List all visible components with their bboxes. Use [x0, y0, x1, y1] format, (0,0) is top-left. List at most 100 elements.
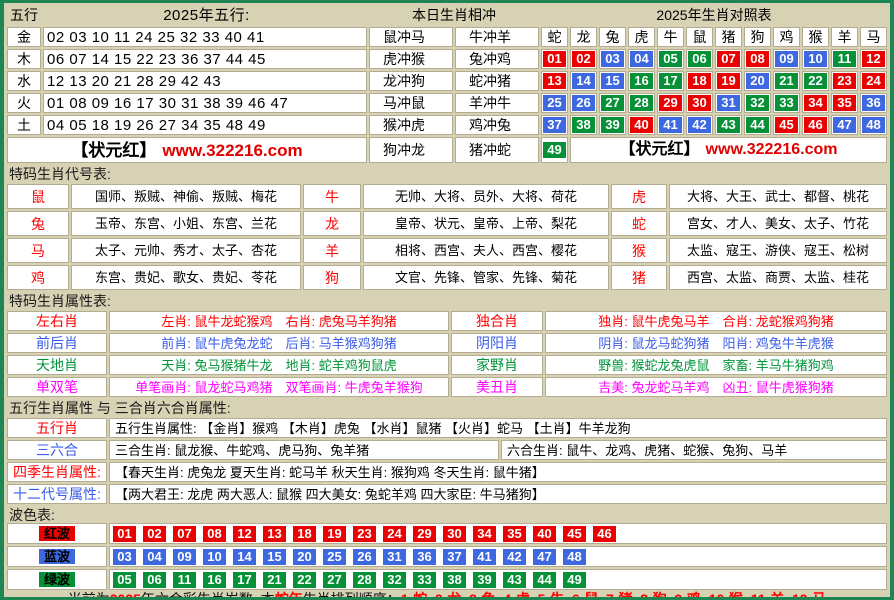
attr-text-cell: 阴肖: 鼠龙马蛇狗猪 阳肖: 鸡兔牛羊虎猴	[545, 333, 887, 353]
wave-numbers-cell: 0102070812131819232429303435404546	[109, 523, 887, 544]
attr-row: 天地肖天肖: 兔马猴猪牛龙 地肖: 蛇羊鸡狗鼠虎家野肖野兽: 猴蛇龙兔虎鼠 家畜…	[7, 355, 887, 375]
clash-cell: 龙冲狗	[369, 71, 453, 91]
code-animal-cell: 羊	[303, 238, 361, 263]
number-badge: 21	[263, 572, 286, 588]
number-badge: 41	[473, 549, 496, 565]
number-badge: 18	[293, 526, 316, 542]
zodiac-number-cell: 36	[860, 93, 887, 113]
wave-label-badge: 绿波	[39, 572, 75, 587]
number-badge: 26	[572, 95, 595, 111]
number-badge: 49	[543, 142, 566, 158]
zodiac-number-cell: 39	[599, 115, 626, 135]
number-badge: 19	[717, 73, 740, 89]
number-badge: 43	[503, 572, 526, 588]
zodiac-attrs-table: 左右肖左肖: 鼠牛龙蛇猴鸡 右肖: 虎兔马羊狗猪独合肖独肖: 鼠牛虎兔马羊 合肖…	[7, 311, 887, 397]
number-badge: 49	[563, 572, 586, 588]
zodiac-number-cell: 41	[657, 115, 684, 135]
number-badge: 11	[173, 572, 196, 588]
footer-text-segment: 当前为	[68, 592, 110, 600]
zodiac-number-cell: 08	[744, 49, 771, 69]
zodiac-number-cell: 34	[802, 93, 829, 113]
attr-label-cell: 天地肖	[7, 355, 107, 375]
zodiac-number-cell: 12	[860, 49, 887, 69]
footer-text-segment: 2025	[110, 592, 141, 600]
wuxing-attr-label-cell: 十二代号属性:	[7, 484, 107, 504]
number-badge: 15	[601, 73, 624, 89]
attr-text-cell: 前肖: 鼠牛虎兔龙蛇 后肖: 马羊猴鸡狗猪	[109, 333, 449, 353]
number-badge: 45	[563, 526, 586, 542]
number-badge: 18	[688, 73, 711, 89]
wuxing-row: 土04 05 18 19 26 27 34 35 48 49猴冲虎鸡冲兔3738…	[7, 115, 887, 135]
element-numbers-cell: 06 07 14 15 22 23 36 37 44 45	[43, 49, 367, 69]
clash-cell: 蛇冲猪	[455, 71, 539, 91]
wave-label-cell: 蓝波	[7, 546, 107, 567]
number-badge: 17	[659, 73, 682, 89]
number-badge: 09	[775, 51, 798, 67]
wuxing-attr-label-cell: 四季生肖属性:	[7, 462, 107, 482]
zodiac-number-cell: 37	[541, 115, 568, 135]
number-badge: 13	[543, 73, 566, 89]
site-url-link[interactable]: www.322216.com	[706, 142, 838, 158]
number-badge: 36	[862, 95, 885, 111]
code-desc-cell: 太监、寇王、游侠、寇王、松树	[669, 238, 887, 263]
table-header-row: 五行 2025年五行: 本日生肖相冲 2025年生肖对照表	[7, 5, 887, 25]
number-badge: 39	[601, 117, 624, 133]
attr-label-cell: 独合肖	[451, 311, 543, 331]
number-badge: 21	[775, 73, 798, 89]
element-numbers-cell: 12 13 20 21 28 29 42 43	[43, 71, 367, 91]
zodiac-number-cell: 23	[831, 71, 858, 91]
code-desc-cell: 太子、元帅、秀才、太子、杏花	[71, 238, 301, 263]
number-badge: 33	[775, 95, 798, 111]
number-badge: 14	[233, 549, 256, 565]
element-numbers-cell: 02 03 10 11 24 25 32 33 40 41	[43, 27, 367, 47]
clash-table-header: 本日生肖相冲	[369, 5, 539, 25]
attr-text-cell: 左肖: 鼠牛龙蛇猴鸡 右肖: 虎兔马羊狗猪	[109, 311, 449, 331]
zodiac-number-cell: 33	[773, 93, 800, 113]
number-badge: 41	[659, 117, 682, 133]
number-badge: 37	[543, 117, 566, 133]
number-badge: 46	[593, 526, 616, 542]
number-badge: 31	[717, 95, 740, 111]
banner-row: 【状元红】www.322216.com狗冲龙猪冲蛇49【状元红】www.3222…	[7, 137, 887, 163]
number-badge: 26	[353, 549, 376, 565]
zodiac-number-cell: 07	[715, 49, 742, 69]
code-animal-cell: 猪	[611, 265, 667, 290]
site-banner-left: 【状元红】www.322216.com	[7, 137, 367, 163]
brand-text: 【状元红】	[620, 142, 700, 158]
wuxing-row: 木06 07 14 15 22 23 36 37 44 45虎冲猴兔冲鸡0102…	[7, 49, 887, 69]
footer-order-line: 当前为 2025年六合彩生肖岁数, 本 蛇年 生肖排列顺序： 1-蛇, 2-龙,…	[7, 592, 887, 600]
element-cell: 火	[7, 93, 41, 113]
zodiac-number-cell: 27	[599, 93, 626, 113]
clash-cell: 鸡冲兔	[455, 115, 539, 135]
number-badge: 16	[630, 73, 653, 89]
wuxing-attr-text-cell: 六合生肖: 鼠牛、龙鸡、虎猪、蛇猴、兔狗、马羊	[501, 440, 887, 460]
zodiac-number-cell: 01	[541, 49, 568, 69]
zodiac-animal-cell: 龙	[570, 27, 597, 47]
site-url-link[interactable]: www.322216.com	[162, 142, 302, 159]
code-desc-cell: 大将、大王、武士、都督、桃花	[669, 184, 887, 209]
wuxing-attr-label-cell: 三六合	[7, 440, 107, 460]
number-badge: 33	[413, 572, 436, 588]
number-badge: 39	[473, 572, 496, 588]
wave-label-cell: 红波	[7, 523, 107, 544]
zodiac-table-header: 2025年生肖对照表	[541, 5, 887, 25]
number-badge: 44	[533, 572, 556, 588]
element-cell: 金	[7, 27, 41, 47]
wave-numbers-cell: 03040910141520252631363741424748	[109, 546, 887, 567]
zodiac-number-cell: 15	[599, 71, 626, 91]
attr-text-cell: 野兽: 猴蛇龙兔虎鼠 家畜: 羊马牛猪狗鸡	[545, 355, 887, 375]
zodiac-number-cell: 21	[773, 71, 800, 91]
attr-label-cell: 前后肖	[7, 333, 107, 353]
number-badge: 28	[353, 572, 376, 588]
number-badge: 48	[862, 117, 885, 133]
number-badge: 29	[659, 95, 682, 111]
number-badge: 05	[113, 572, 136, 588]
zodiac-number-cell: 09	[773, 49, 800, 69]
zodiac-number-cell: 48	[860, 115, 887, 135]
attr-row: 前后肖前肖: 鼠牛虎兔龙蛇 后肖: 马羊猴鸡狗猪阴阳肖阴肖: 鼠龙马蛇狗猪 阳肖…	[7, 333, 887, 353]
code-desc-cell: 东宫、贵妃、歌女、贵妃、苓花	[71, 265, 301, 290]
zodiac-number-cell: 31	[715, 93, 742, 113]
code-animal-cell: 狗	[303, 265, 361, 290]
zodiac-number-cell: 11	[831, 49, 858, 69]
number-badge: 23	[833, 73, 856, 89]
